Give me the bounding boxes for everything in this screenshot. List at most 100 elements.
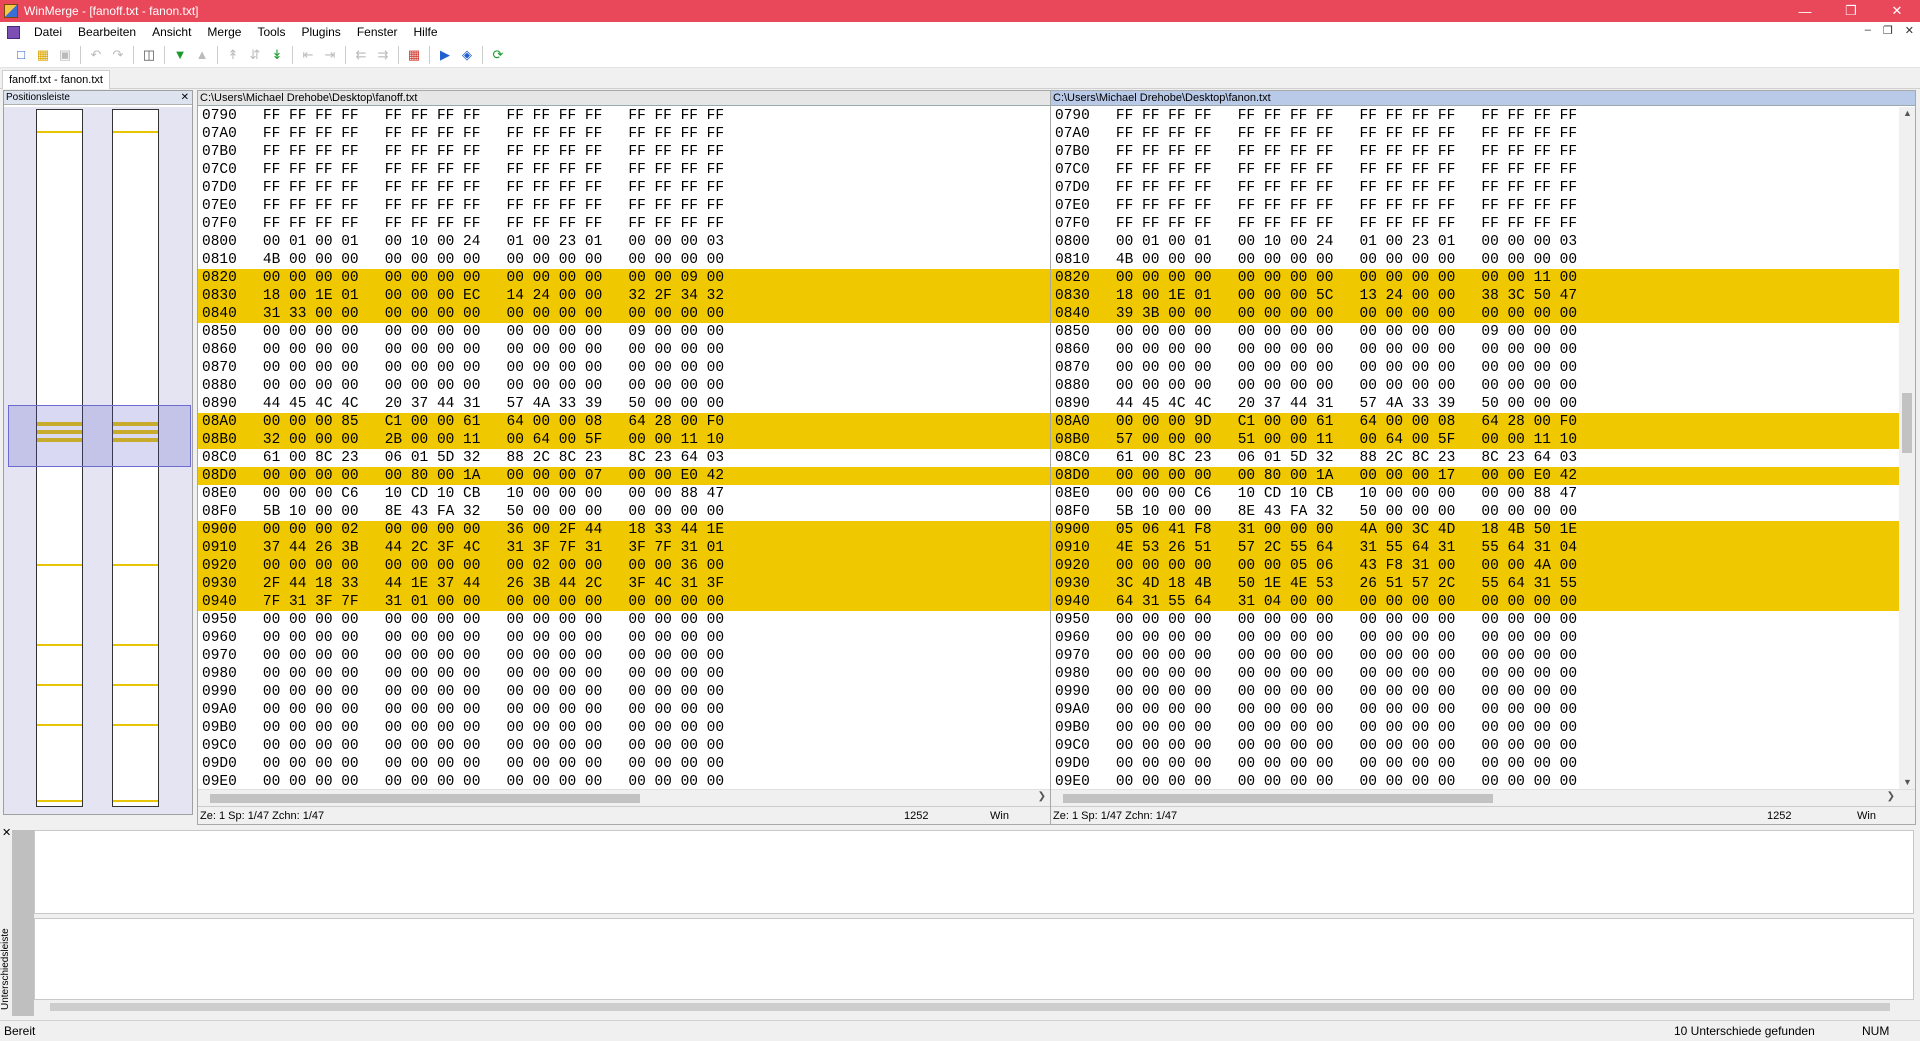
right-text-line[interactable]: 07D0 FF FF FF FF FF FF FF FF FF FF FF FF… xyxy=(1051,179,1899,197)
undo-icon[interactable]: ↶ xyxy=(85,44,107,66)
compare-icon[interactable]: ▶ xyxy=(434,44,456,66)
copy-all-left-icon[interactable]: ⇇ xyxy=(350,44,372,66)
left-text-line[interactable]: 08C0 61 00 8C 23 06 01 5D 32 88 2C 8C 23… xyxy=(198,449,1050,467)
open-icon[interactable]: ▦ xyxy=(32,44,54,66)
diff-pane-left-view[interactable] xyxy=(34,830,1914,914)
right-text-line[interactable]: 07F0 FF FF FF FF FF FF FF FF FF FF FF FF… xyxy=(1051,215,1899,233)
right-text-line[interactable]: 0890 44 45 4C 4C 20 37 44 31 57 4A 33 39… xyxy=(1051,395,1899,413)
left-diff-line[interactable]: 08B0 32 00 00 00 2B 00 00 11 00 64 00 5F… xyxy=(198,431,1050,449)
left-text-line[interactable]: 08F0 5B 10 00 00 8E 43 FA 32 50 00 00 00… xyxy=(198,503,1050,521)
sync-icon[interactable]: ⟳ xyxy=(487,44,509,66)
left-diff-line[interactable]: 0910 37 44 26 3B 44 2C 3F 4C 31 3F 7F 31… xyxy=(198,539,1050,557)
right-text-line[interactable]: 0880 00 00 00 00 00 00 00 00 00 00 00 00… xyxy=(1051,377,1899,395)
left-text-line[interactable]: 09B0 00 00 00 00 00 00 00 00 00 00 00 00… xyxy=(198,719,1050,737)
left-text-line[interactable]: 07E0 FF FF FF FF FF FF FF FF FF FF FF FF… xyxy=(198,197,1050,215)
left-text-line[interactable]: 0880 00 00 00 00 00 00 00 00 00 00 00 00… xyxy=(198,377,1050,395)
left-diff-line[interactable]: 0830 18 00 1E 01 00 00 00 EC 14 24 00 00… xyxy=(198,287,1050,305)
tab-fanoff-fanon[interactable]: fanoff.txt - fanon.txt xyxy=(2,70,110,89)
left-diff-line[interactable]: 0900 00 00 00 02 00 00 00 00 36 00 2F 44… xyxy=(198,521,1050,539)
right-diff-line[interactable]: 08A0 00 00 00 9D C1 00 00 61 64 00 00 08… xyxy=(1051,413,1899,431)
left-diff-line[interactable]: 0920 00 00 00 00 00 00 00 00 00 02 00 00… xyxy=(198,557,1050,575)
right-text-line[interactable]: 07B0 FF FF FF FF FF FF FF FF FF FF FF FF… xyxy=(1051,143,1899,161)
scroll-up-icon[interactable]: ▲ xyxy=(1903,108,1912,118)
menu-merge[interactable]: Merge xyxy=(199,25,249,39)
first-diff-icon[interactable]: ↟ xyxy=(222,44,244,66)
right-horizontal-scrollbar[interactable]: ❯ xyxy=(1051,789,1915,806)
mdi-restore-icon[interactable]: ❐ xyxy=(1883,24,1893,37)
document-menu-icon[interactable] xyxy=(7,25,20,39)
left-text-line[interactable]: 09A0 00 00 00 00 00 00 00 00 00 00 00 00… xyxy=(198,701,1050,719)
right-text-line[interactable]: 09D0 00 00 00 00 00 00 00 00 00 00 00 00… xyxy=(1051,755,1899,773)
close-icon[interactable]: ✕ xyxy=(1874,0,1920,22)
right-diff-line[interactable]: 0900 05 06 41 F8 31 00 00 00 4A 00 3C 4D… xyxy=(1051,521,1899,539)
right-text-line[interactable]: 08C0 61 00 8C 23 06 01 5D 32 88 2C 8C 23… xyxy=(1051,449,1899,467)
right-text-line[interactable]: 07C0 FF FF FF FF FF FF FF FF FF FF FF FF… xyxy=(1051,161,1899,179)
right-diff-line[interactable]: 0940 64 31 55 64 31 04 00 00 00 00 00 00… xyxy=(1051,593,1899,611)
right-text-line[interactable]: 0950 00 00 00 00 00 00 00 00 00 00 00 00… xyxy=(1051,611,1899,629)
menu-hilfe[interactable]: Hilfe xyxy=(406,25,446,39)
scrollbar-thumb[interactable] xyxy=(210,794,640,803)
left-text-line[interactable]: 0960 00 00 00 00 00 00 00 00 00 00 00 00… xyxy=(198,629,1050,647)
location-bars[interactable] xyxy=(4,107,192,814)
left-text-line[interactable]: 0850 00 00 00 00 00 00 00 00 00 00 00 00… xyxy=(198,323,1050,341)
copy-left-icon[interactable]: ⇤ xyxy=(297,44,319,66)
left-diff-line[interactable]: 08D0 00 00 00 00 00 80 00 1A 00 00 00 07… xyxy=(198,467,1050,485)
refresh-icon[interactable]: ◈ xyxy=(456,44,478,66)
right-text-line[interactable]: 0960 00 00 00 00 00 00 00 00 00 00 00 00… xyxy=(1051,629,1899,647)
menu-ansicht[interactable]: Ansicht xyxy=(144,25,199,39)
left-text-line[interactable]: 09D0 00 00 00 00 00 00 00 00 00 00 00 00… xyxy=(198,755,1050,773)
menu-bearbeiten[interactable]: Bearbeiten xyxy=(70,25,144,39)
right-text-line[interactable]: 0990 00 00 00 00 00 00 00 00 00 00 00 00… xyxy=(1051,683,1899,701)
right-vertical-scrollbar[interactable]: ▲ ▼ xyxy=(1899,107,1915,789)
scrollbar-thumb[interactable] xyxy=(50,1003,1890,1011)
right-text-line[interactable]: 07A0 FF FF FF FF FF FF FF FF FF FF FF FF… xyxy=(1051,125,1899,143)
right-text-line[interactable]: 08F0 5B 10 00 00 8E 43 FA 32 50 00 00 00… xyxy=(1051,503,1899,521)
left-text-line[interactable]: 0800 00 01 00 01 00 10 00 24 01 00 23 01… xyxy=(198,233,1050,251)
left-diff-line[interactable]: 0930 2F 44 18 33 44 1E 37 44 26 3B 44 2C… xyxy=(198,575,1050,593)
left-text-line[interactable]: 0970 00 00 00 00 00 00 00 00 00 00 00 00… xyxy=(198,647,1050,665)
left-text-line[interactable]: 0790 FF FF FF FF FF FF FF FF FF FF FF FF… xyxy=(198,107,1050,125)
right-text-line[interactable]: 07E0 FF FF FF FF FF FF FF FF FF FF FF FF… xyxy=(1051,197,1899,215)
right-diff-line[interactable]: 0830 18 00 1E 01 00 00 00 5C 13 24 00 00… xyxy=(1051,287,1899,305)
menu-datei[interactable]: Datei xyxy=(26,25,70,39)
left-text-line[interactable]: 0810 4B 00 00 00 00 00 00 00 00 00 00 00… xyxy=(198,251,1050,269)
last-diff-icon[interactable]: ↡ xyxy=(266,44,288,66)
right-text-line[interactable]: 0850 00 00 00 00 00 00 00 00 00 00 00 00… xyxy=(1051,323,1899,341)
left-text-line[interactable]: 08E0 00 00 00 C6 10 CD 10 CB 10 00 00 00… xyxy=(198,485,1050,503)
options-icon[interactable]: ▦ xyxy=(403,44,425,66)
location-viewport[interactable] xyxy=(8,405,191,467)
menu-tools[interactable]: Tools xyxy=(249,25,293,39)
save-icon[interactable]: ▣ xyxy=(54,44,76,66)
right-text-line[interactable]: 09B0 00 00 00 00 00 00 00 00 00 00 00 00… xyxy=(1051,719,1899,737)
mdi-close-icon[interactable]: ✕ xyxy=(1905,24,1914,37)
scroll-right-icon[interactable]: ❯ xyxy=(1887,791,1895,802)
right-text-line[interactable]: 0790 FF FF FF FF FF FF FF FF FF FF FF FF… xyxy=(1051,107,1899,125)
scroll-right-icon[interactable]: ❯ xyxy=(1038,791,1046,802)
diff-pane-horizontal-scrollbar[interactable] xyxy=(34,1000,1914,1014)
right-text-line[interactable]: 0810 4B 00 00 00 00 00 00 00 00 00 00 00… xyxy=(1051,251,1899,269)
diff-pane-grip[interactable] xyxy=(12,830,34,1016)
diff-pane-icon[interactable]: ◫ xyxy=(138,44,160,66)
left-text-line[interactable]: 0990 00 00 00 00 00 00 00 00 00 00 00 00… xyxy=(198,683,1050,701)
mdi-minimize-icon[interactable]: – xyxy=(1865,24,1871,37)
right-diff-line[interactable]: 0820 00 00 00 00 00 00 00 00 00 00 00 00… xyxy=(1051,269,1899,287)
left-diff-line[interactable]: 0840 31 33 00 00 00 00 00 00 00 00 00 00… xyxy=(198,305,1050,323)
right-text-line[interactable]: 09E0 00 00 00 00 00 00 00 00 00 00 00 00… xyxy=(1051,773,1899,788)
right-text-line[interactable]: 08E0 00 00 00 C6 10 CD 10 CB 10 00 00 00… xyxy=(1051,485,1899,503)
left-text-line[interactable]: 07F0 FF FF FF FF FF FF FF FF FF FF FF FF… xyxy=(198,215,1050,233)
left-text-line[interactable]: 09C0 00 00 00 00 00 00 00 00 00 00 00 00… xyxy=(198,737,1050,755)
right-text-line[interactable]: 0860 00 00 00 00 00 00 00 00 00 00 00 00… xyxy=(1051,341,1899,359)
left-text-line[interactable]: 0870 00 00 00 00 00 00 00 00 00 00 00 00… xyxy=(198,359,1050,377)
copy-right-icon[interactable]: ⇥ xyxy=(319,44,341,66)
right-text-line[interactable]: 09C0 00 00 00 00 00 00 00 00 00 00 00 00… xyxy=(1051,737,1899,755)
left-text-line[interactable]: 07C0 FF FF FF FF FF FF FF FF FF FF FF FF… xyxy=(198,161,1050,179)
left-text-line[interactable]: 0890 44 45 4C 4C 20 37 44 31 57 4A 33 39… xyxy=(198,395,1050,413)
left-diff-line[interactable]: 0820 00 00 00 00 00 00 00 00 00 00 00 00… xyxy=(198,269,1050,287)
right-diff-line[interactable]: 0840 39 3B 00 00 00 00 00 00 00 00 00 00… xyxy=(1051,305,1899,323)
right-text-line[interactable]: 0870 00 00 00 00 00 00 00 00 00 00 00 00… xyxy=(1051,359,1899,377)
right-diff-line[interactable]: 08B0 57 00 00 00 51 00 00 11 00 64 00 5F… xyxy=(1051,431,1899,449)
minimize-icon[interactable]: — xyxy=(1782,0,1828,22)
left-text-line[interactable]: 0950 00 00 00 00 00 00 00 00 00 00 00 00… xyxy=(198,611,1050,629)
diff-pane-right-view[interactable] xyxy=(34,918,1914,1000)
right-diff-line[interactable]: 0910 4E 53 26 51 57 2C 55 64 31 55 64 31… xyxy=(1051,539,1899,557)
